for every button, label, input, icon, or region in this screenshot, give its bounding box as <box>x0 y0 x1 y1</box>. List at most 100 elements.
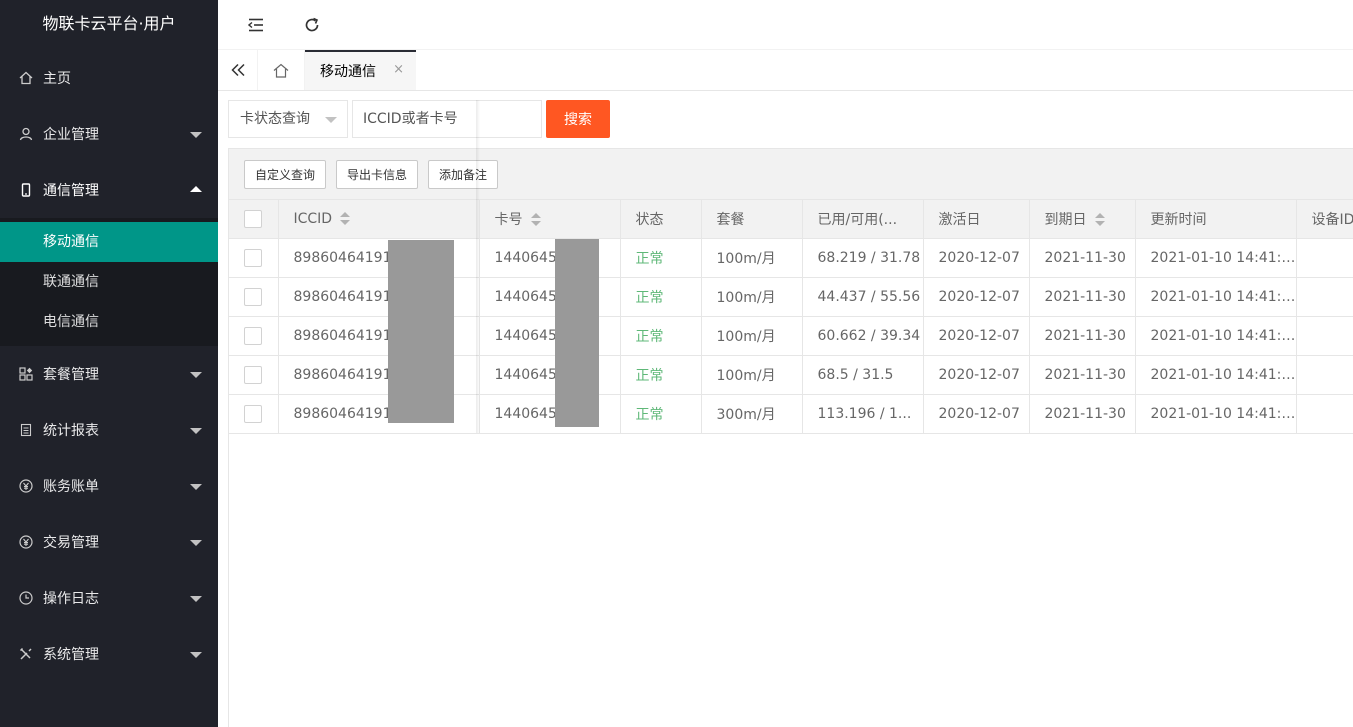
yen-icon <box>18 534 34 550</box>
mobile-icon <box>18 182 34 198</box>
sidebar-item-transactions[interactable]: 交易管理 <box>0 514 218 570</box>
sidebar-item-label: 主页 <box>43 71 71 87</box>
cell-updated: 2021-01-10 14:41:19 <box>1135 355 1297 395</box>
sidebar-item-reports[interactable]: 统计报表 <box>0 402 218 458</box>
cell-status: 正常 <box>620 316 702 356</box>
sidebar-item-communication[interactable]: 通信管理 <box>0 162 218 218</box>
row-checkbox[interactable] <box>244 404 263 423</box>
cell-usage: 113.196 / 1... <box>802 394 924 434</box>
chevron-down-icon <box>190 372 202 378</box>
cell-activated: 2020-12-07 <box>923 238 1030 278</box>
row-select-cell <box>229 316 279 356</box>
refresh-icon[interactable] <box>302 14 322 36</box>
cell-status: 正常 <box>620 238 702 278</box>
cell-device-id <box>1296 238 1353 278</box>
double-chevron-left-icon <box>230 63 245 77</box>
home-icon <box>273 63 289 78</box>
menu-fold-icon[interactable] <box>246 14 266 36</box>
column-header-iccid[interactable]: ICCID <box>278 200 480 239</box>
cell-status: 正常 <box>620 355 702 395</box>
row-select-cell <box>229 238 279 278</box>
tab-mobile-communication[interactable]: 移动通信 × <box>305 50 416 90</box>
cell-plan: 100m/月 <box>701 238 803 278</box>
custom-query-button[interactable]: 自定义查询 <box>244 160 327 189</box>
sidebar-item-plans[interactable]: 套餐管理 <box>0 346 218 402</box>
sidebar-item-system[interactable]: 系统管理 <box>0 626 218 682</box>
cell-usage: 60.662 / 39.34 <box>802 316 924 356</box>
fixed-column-shadow <box>476 100 480 433</box>
add-note-button[interactable]: 添加备注 <box>428 160 499 189</box>
data-table-container: 自定义查询 导出卡信息 添加备注 ICCID 卡号 状态 套餐 已用/可用(..… <box>228 148 1353 727</box>
cell-updated: 2021-01-10 14:41:18 <box>1135 394 1297 434</box>
cell-device-id <box>1296 355 1353 395</box>
sidebar-item-logs[interactable]: 操作日志 <box>0 570 218 626</box>
column-label: 卡号 <box>494 211 523 228</box>
cell-usage: 68.5 / 31.5 <box>802 355 924 395</box>
sidebar-item-label: 企业管理 <box>43 127 99 143</box>
row-checkbox[interactable] <box>244 326 263 345</box>
chevron-down-icon <box>325 117 337 123</box>
sidebar-item-label: 账务账单 <box>43 479 99 495</box>
column-header-card-number[interactable]: 卡号 <box>479 200 621 239</box>
search-button[interactable]: 搜索 <box>546 100 610 138</box>
column-label: ICCID <box>293 210 333 227</box>
row-checkbox[interactable] <box>244 287 263 306</box>
cell-plan: 100m/月 <box>701 277 803 317</box>
column-header-plan: 套餐 <box>701 200 803 239</box>
export-card-info-button[interactable]: 导出卡信息 <box>336 160 419 189</box>
sidebar-item-label: 交易管理 <box>43 535 99 551</box>
sidebar-item-label: 统计报表 <box>43 423 99 439</box>
cell-activated: 2020-12-07 <box>923 316 1030 356</box>
close-icon[interactable]: × <box>393 62 404 77</box>
sidebar-item-label: 套餐管理 <box>43 367 99 383</box>
cell-activated: 2020-12-07 <box>923 277 1030 317</box>
chevron-down-icon <box>190 132 202 138</box>
sidebar-subitem-mobile[interactable]: 移动通信 <box>0 222 218 262</box>
cell-device-id <box>1296 316 1353 356</box>
row-checkbox[interactable] <box>244 248 263 267</box>
home-icon <box>18 70 34 86</box>
status-select[interactable]: 卡状态查询 <box>228 100 348 138</box>
sidebar-item-billing[interactable]: 账务账单 <box>0 458 218 514</box>
clock-icon <box>18 590 34 606</box>
cell-usage: 68.219 / 31.78 <box>802 238 924 278</box>
tab-home[interactable] <box>258 50 305 90</box>
cell-updated: 2021-01-10 14:41:19 <box>1135 316 1297 356</box>
sidebar-subitem-telecom[interactable]: 电信通信 <box>0 302 218 346</box>
cell-expires: 2021-11-30 <box>1029 316 1136 356</box>
sidebar-item-enterprise[interactable]: 企业管理 <box>0 106 218 162</box>
sort-icon[interactable] <box>530 212 541 227</box>
search-input[interactable] <box>352 100 542 138</box>
status-select-value: 卡状态查询 <box>240 111 310 127</box>
cell-device-id <box>1296 277 1353 317</box>
cell-activated: 2020-12-07 <box>923 355 1030 395</box>
sort-icon[interactable] <box>1094 212 1105 227</box>
sidebar-item-home[interactable]: 主页 <box>0 50 218 106</box>
cell-status: 正常 <box>620 394 702 434</box>
tools-icon <box>18 646 34 662</box>
cell-plan: 100m/月 <box>701 355 803 395</box>
cell-activated: 2020-12-07 <box>923 394 1030 434</box>
column-header-status: 状态 <box>620 200 702 239</box>
chevron-down-icon <box>190 428 202 434</box>
tab-label: 移动通信 <box>320 64 376 80</box>
sidebar-subitem-unicom[interactable]: 联通通信 <box>0 262 218 302</box>
cell-updated: 2021-01-10 14:41:19 <box>1135 238 1297 278</box>
select-all-checkbox[interactable] <box>244 209 263 228</box>
column-header-activated: 激活日 <box>923 200 1030 239</box>
select-all-cell <box>229 200 279 239</box>
yen-icon <box>18 478 34 494</box>
chevron-down-icon <box>190 484 202 490</box>
cell-expires: 2021-11-30 <box>1029 355 1136 395</box>
sort-icon[interactable] <box>340 211 351 226</box>
row-checkbox[interactable] <box>244 365 263 384</box>
cell-usage: 44.437 / 55.56 <box>802 277 924 317</box>
tabs-scroll-left-button[interactable] <box>218 50 258 90</box>
top-header <box>218 0 1353 50</box>
chevron-down-icon <box>190 652 202 658</box>
cell-device-id <box>1296 394 1353 434</box>
sidebar-item-label: 通信管理 <box>43 183 99 199</box>
row-select-cell <box>229 355 279 395</box>
redaction-block-iccid <box>388 240 454 423</box>
column-header-expires[interactable]: 到期日 <box>1029 200 1136 239</box>
